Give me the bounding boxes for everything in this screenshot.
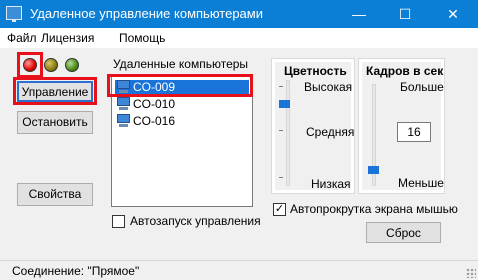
red-status-icon xyxy=(23,58,37,72)
computer-icon xyxy=(117,97,130,111)
stop-button[interactable]: Остановить xyxy=(17,111,93,134)
autostart-checkbox[interactable] xyxy=(112,215,125,228)
resize-grip-icon[interactable] xyxy=(466,268,476,278)
status-bar: Соединение: "Прямое" xyxy=(0,260,478,280)
control-button[interactable]: Управление xyxy=(17,81,93,102)
properties-button[interactable]: Свойства xyxy=(17,183,93,206)
minimize-button[interactable]: — xyxy=(336,0,382,28)
title-bar: Удаленное управление компьютерами — ☐ ✕ xyxy=(0,0,478,28)
color-depth-title: Цветность xyxy=(284,64,347,78)
color-depth-slider-thumb[interactable] xyxy=(279,100,290,108)
menu-file[interactable]: Файл xyxy=(7,31,37,45)
autoscroll-checkbox[interactable]: ✓ xyxy=(273,203,286,216)
fps-slider-thumb[interactable] xyxy=(368,166,379,174)
color-low-label: Низкая xyxy=(311,177,351,191)
fps-value-field[interactable]: 16 xyxy=(397,122,431,142)
color-high-label: Высокая xyxy=(304,80,353,94)
yellow-status-icon xyxy=(44,58,58,72)
green-status-icon xyxy=(65,58,79,72)
autoscroll-label: Автопрокрутка экрана мышью xyxy=(290,202,458,216)
highlight-frame xyxy=(107,74,253,97)
menu-bar: Файл Лицензия Помощь xyxy=(0,28,478,48)
close-button[interactable]: ✕ xyxy=(430,0,476,28)
fps-less-label: Меньше xyxy=(398,176,444,190)
connection-status: Соединение: "Прямое" xyxy=(12,264,140,278)
autostart-label: Автозапуск управления xyxy=(130,214,261,228)
maximize-button[interactable]: ☐ xyxy=(382,0,428,28)
fps-more-label: Больше xyxy=(400,80,444,94)
reset-button[interactable]: Сброс xyxy=(366,222,441,243)
window-title: Удаленное управление компьютерами xyxy=(30,6,263,21)
monitor-icon xyxy=(6,6,22,22)
remote-computers-label: Удаленные компьютеры xyxy=(113,57,249,71)
list-item[interactable]: CO-010 xyxy=(115,97,249,111)
menu-license[interactable]: Лицензия xyxy=(41,31,94,45)
menu-help[interactable]: Помощь xyxy=(119,31,165,45)
fps-title: Кадров в сек xyxy=(366,64,444,78)
color-depth-slider-track[interactable] xyxy=(286,80,290,186)
computer-icon xyxy=(117,114,130,128)
list-item[interactable]: CO-016 xyxy=(115,114,249,128)
color-medium-label: Средняя xyxy=(306,125,355,139)
